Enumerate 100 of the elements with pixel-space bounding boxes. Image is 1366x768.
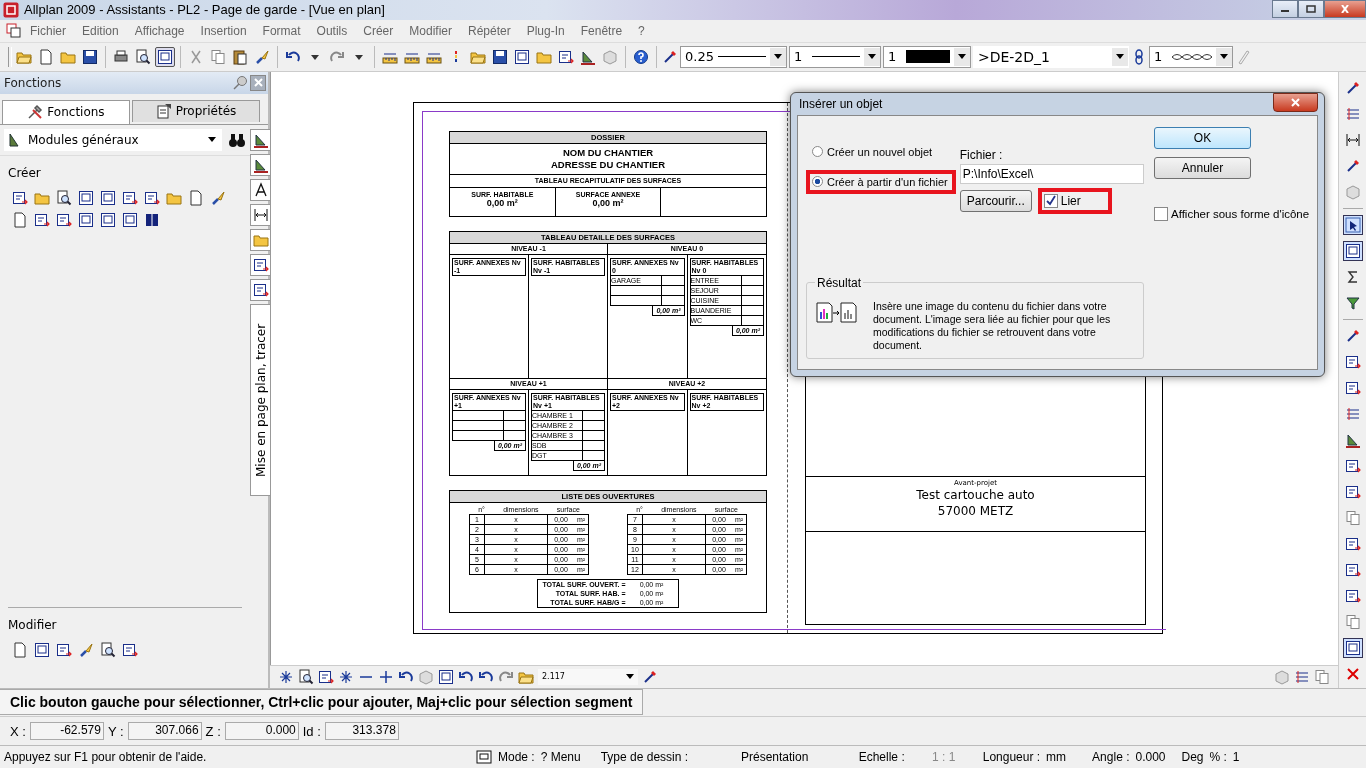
radio-option[interactable]: Créer un nouvel objet (812, 145, 935, 158)
dimension-icon[interactable] (1344, 131, 1361, 148)
split-icon[interactable] (1294, 668, 1310, 685)
close-button[interactable] (1273, 92, 1318, 112)
asterisk-icon[interactable] (278, 668, 294, 685)
frame-icon[interactable] (78, 189, 94, 206)
copy-icon[interactable] (210, 48, 226, 65)
menu-item[interactable]: Plug-In (518, 23, 573, 38)
layout-tool-icon[interactable] (253, 256, 269, 273)
link-checkbox[interactable]: Lier (1043, 193, 1081, 208)
hatch-pattern-dropdown[interactable]: 1 (1148, 45, 1233, 68)
copy-icon[interactable] (1314, 668, 1330, 685)
module-tab[interactable]: Mise en page plan, tracer (250, 303, 272, 496)
layout-tool-icon[interactable] (1344, 457, 1361, 474)
menu-item[interactable]: Créer (355, 23, 402, 38)
menu-item[interactable]: Répéter (460, 23, 519, 38)
copy-icon[interactable] (1344, 509, 1361, 526)
paste-icon[interactable] (232, 48, 248, 65)
layout-tool-icon[interactable] (56, 211, 72, 228)
close-icon[interactable] (1344, 665, 1361, 682)
module-dropdown[interactable]: Modules généraux (4, 128, 222, 151)
text-icon[interactable] (253, 181, 269, 198)
layout-tool-icon[interactable] (56, 641, 72, 658)
maximize-button[interactable] (1298, 0, 1324, 18)
document-icon[interactable] (12, 641, 28, 658)
cancel-button[interactable]: Annuler (1154, 156, 1251, 179)
window-frame-icon[interactable] (157, 48, 173, 65)
zoom-icon[interactable] (298, 668, 314, 685)
zoom-icon[interactable] (56, 189, 72, 206)
zoom-icon[interactable] (100, 641, 116, 658)
frame-icon[interactable] (78, 211, 94, 228)
file-path-field[interactable]: P:\Info\Excel\ (959, 163, 1144, 184)
columns-icon[interactable] (144, 211, 160, 228)
layer-dropdown[interactable]: >DE-2D_1 (972, 45, 1129, 68)
lines-icon[interactable] (1344, 105, 1361, 122)
close-panel-button[interactable] (250, 74, 266, 91)
ok-button[interactable]: OK (1154, 126, 1251, 149)
layout-tool-icon[interactable] (253, 281, 269, 298)
frame-icon[interactable] (100, 189, 116, 206)
frame-icon[interactable] (1344, 242, 1361, 259)
coordinate-field[interactable]: 313.378 (324, 722, 399, 741)
menu-item[interactable]: Edition (74, 23, 127, 38)
brush-icon[interactable] (78, 641, 94, 658)
coordinate-field[interactable]: -62.579 (29, 722, 104, 741)
menu-item[interactable]: Affichage (126, 23, 193, 38)
sparkle-icon[interactable] (338, 668, 354, 685)
layout-tool-icon[interactable] (122, 189, 138, 206)
printer-icon[interactable] (113, 48, 129, 65)
frame-icon[interactable] (122, 211, 138, 228)
close-button[interactable] (1324, 0, 1366, 18)
layout-tool-icon[interactable] (1344, 353, 1361, 370)
document-icon[interactable] (188, 189, 204, 206)
copy-icon[interactable] (1344, 613, 1361, 630)
menu-item[interactable]: Modifier (401, 23, 460, 38)
pipette-icon[interactable] (662, 48, 678, 65)
lines-icon[interactable] (1344, 405, 1361, 422)
coordinate-field[interactable]: 307.066 (127, 722, 202, 741)
brush-icon[interactable] (254, 48, 270, 65)
menu-item[interactable]: Fenêtre (572, 23, 631, 38)
select-icon[interactable] (1344, 216, 1361, 233)
layout-tool-icon[interactable] (122, 641, 138, 658)
pen-thickness-dropdown[interactable]: 0.25 (680, 45, 787, 68)
menu-item[interactable]: Fichier (22, 23, 74, 38)
coordinate-field[interactable]: 0.000 (224, 722, 299, 741)
dimension-icon[interactable] (253, 206, 269, 223)
text-frame-icon[interactable] (514, 48, 530, 65)
brush-icon[interactable] (210, 189, 226, 206)
layout-tool-icon[interactable] (34, 211, 50, 228)
plus-icon[interactable] (378, 668, 394, 685)
layer-icon[interactable] (558, 48, 574, 65)
browse-button[interactable]: Parcourir... (959, 189, 1032, 212)
menu-item[interactable]: Format (254, 23, 309, 38)
layout-tool-icon[interactable] (1344, 587, 1361, 604)
menu-item[interactable]: Outils (308, 23, 356, 38)
document-icon[interactable] (6, 22, 22, 39)
help-icon[interactable] (633, 48, 649, 65)
new-document-icon[interactable] (38, 48, 54, 65)
document-icon[interactable] (12, 211, 28, 228)
panel-tab[interactable]: Fonctions (2, 99, 130, 124)
zoom-dropdown[interactable]: 2.117 (538, 668, 638, 685)
radio-option[interactable]: Créer à partir d'un fichier (812, 175, 950, 188)
frame-icon[interactable] (34, 641, 50, 658)
minimize-button[interactable] (1272, 0, 1298, 18)
layout-tool-icon[interactable] (1344, 561, 1361, 578)
frame-icon[interactable] (1344, 639, 1361, 656)
filter-icon[interactable] (1344, 294, 1361, 311)
line-type-dropdown[interactable]: 1 (788, 45, 881, 68)
menu-item[interactable]: ? (630, 23, 653, 38)
layout-tool-icon[interactable] (1344, 379, 1361, 396)
layout-tool-icon[interactable] (1344, 483, 1361, 500)
layout-tool-icon[interactable] (1344, 535, 1361, 552)
layout-tool-icon[interactable] (144, 189, 160, 206)
frame-icon[interactable] (100, 211, 116, 228)
color-dropdown[interactable]: 1 (882, 45, 971, 68)
display-as-icon-checkbox[interactable]: Afficher sous forme d'icône (1154, 206, 1310, 221)
panel-tab[interactable]: Propriétés (132, 99, 260, 122)
print-preview-icon[interactable] (135, 48, 151, 65)
binoculars-icon[interactable] (228, 131, 246, 148)
layout-tool-icon[interactable] (12, 189, 28, 206)
save-icon[interactable] (82, 48, 98, 65)
